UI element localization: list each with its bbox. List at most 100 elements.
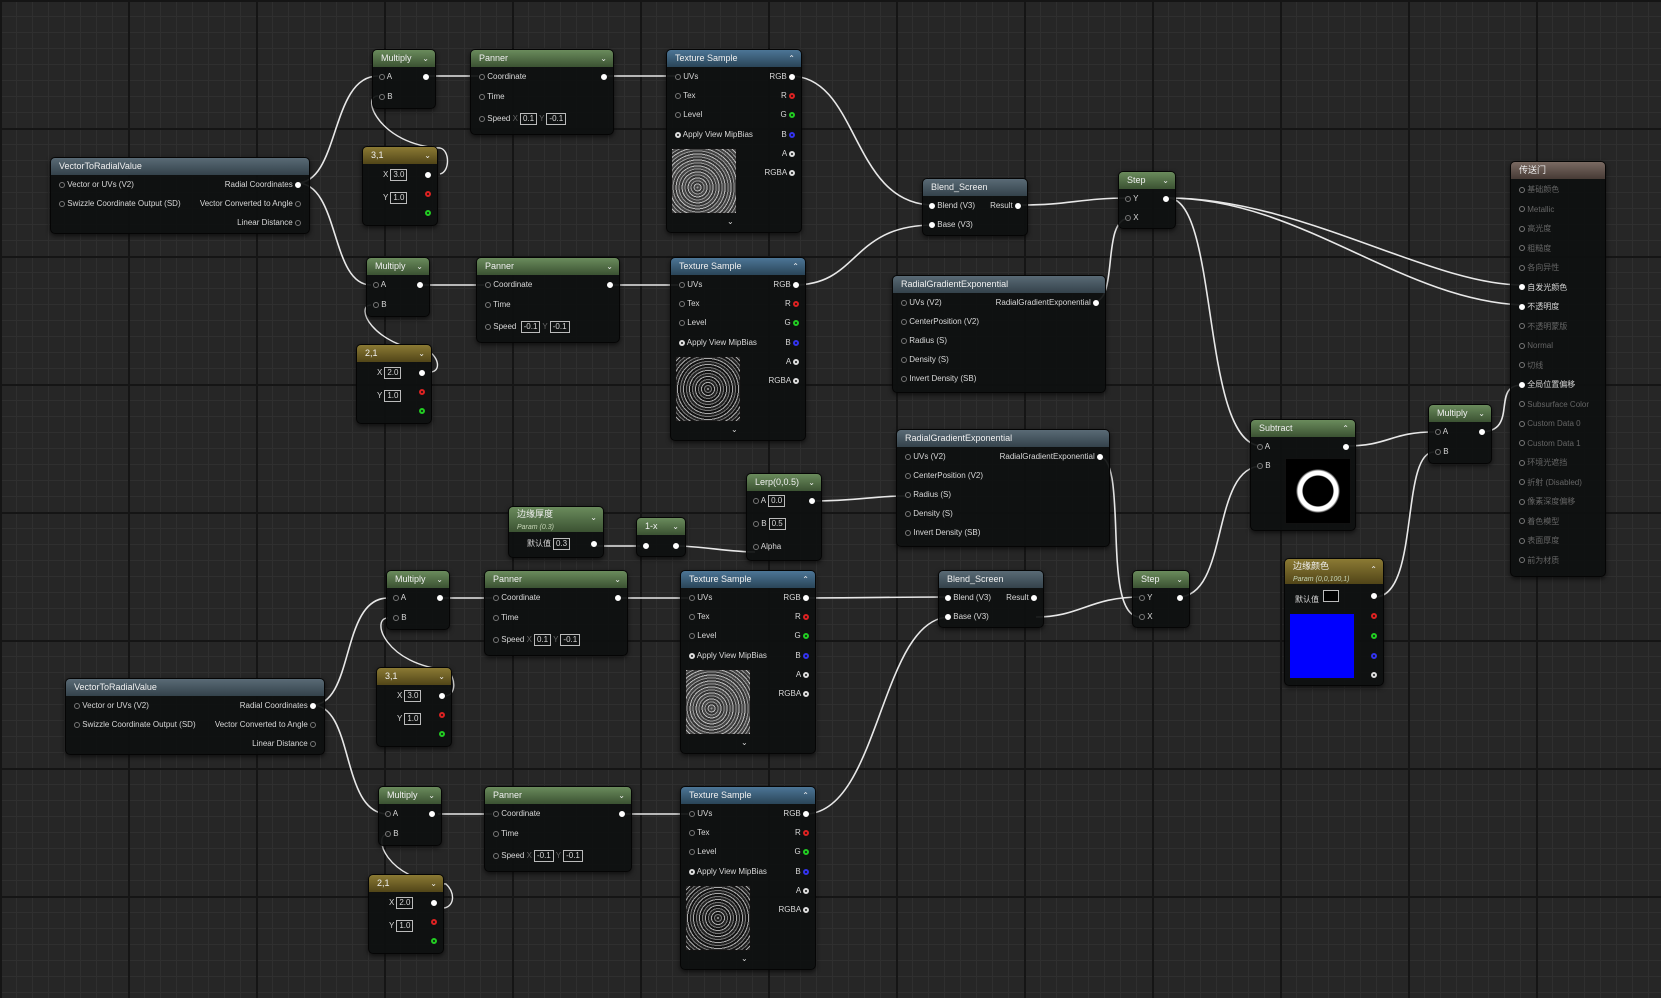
output-pin-a[interactable] bbox=[803, 671, 809, 678]
output-pin[interactable] bbox=[1343, 443, 1349, 450]
material-input-pin-row[interactable]: Metallic bbox=[1519, 204, 1554, 216]
output-pin-g[interactable] bbox=[793, 319, 799, 326]
y-value-field[interactable]: 1.0 bbox=[404, 713, 422, 725]
vector-to-radial-node-1[interactable]: VectorToRadialValue Vector or UVs (V2) S… bbox=[50, 157, 310, 234]
input-pin[interactable] bbox=[689, 652, 695, 659]
input-pin[interactable] bbox=[1519, 245, 1525, 252]
input-pin[interactable] bbox=[945, 594, 951, 601]
input-pin[interactable] bbox=[493, 594, 499, 601]
output-pin-a[interactable] bbox=[789, 150, 795, 157]
output-pin[interactable] bbox=[310, 702, 316, 709]
input-pin[interactable] bbox=[493, 852, 499, 859]
material-input-pin-row[interactable]: 表面厚度 bbox=[1519, 535, 1559, 547]
chevron-down-icon[interactable]: ⌄ bbox=[808, 474, 815, 491]
panner-node-2[interactable]: Panner ⌄ Coordinate Time Speed -0.1 Y -0.1 bbox=[476, 257, 620, 343]
output-pin[interactable] bbox=[295, 219, 301, 226]
input-pin[interactable] bbox=[945, 613, 951, 620]
chevron-down-icon[interactable]: ⌄ bbox=[590, 512, 597, 524]
speed-y-field[interactable]: -0.1 bbox=[563, 850, 583, 862]
output-pin-b[interactable] bbox=[803, 652, 809, 659]
input-pin[interactable] bbox=[901, 356, 907, 363]
chevron-up-icon[interactable]: ⌃ bbox=[792, 258, 799, 275]
chevron-down-icon[interactable]: ⌄ bbox=[672, 518, 679, 535]
input-pin[interactable] bbox=[679, 300, 685, 307]
output-pin[interactable] bbox=[1163, 195, 1169, 202]
chevron-down-icon[interactable]: ⌄ bbox=[430, 875, 437, 892]
constant-2-1-node[interactable]: 2,1 ⌄ X 2.0 Y 1.0 bbox=[356, 344, 432, 424]
input-pin[interactable] bbox=[1519, 186, 1525, 193]
output-pin[interactable] bbox=[295, 181, 301, 188]
subtract-node[interactable]: Subtract ⌃ A B bbox=[1250, 419, 1356, 531]
output-pin[interactable] bbox=[789, 73, 795, 80]
output-pin[interactable] bbox=[619, 810, 625, 817]
input-pin[interactable] bbox=[675, 92, 681, 99]
input-pin[interactable] bbox=[675, 111, 681, 118]
input-pin[interactable] bbox=[901, 337, 907, 344]
input-pin[interactable] bbox=[689, 848, 695, 855]
input-pin[interactable] bbox=[901, 375, 907, 382]
chevron-down-icon[interactable]: ⌄ bbox=[1176, 571, 1183, 588]
input-pin[interactable] bbox=[1519, 264, 1525, 271]
input-pin[interactable] bbox=[1519, 206, 1525, 213]
multiply-node-1[interactable]: Multiply ⌄ A B bbox=[372, 49, 436, 109]
output-pin[interactable] bbox=[417, 281, 423, 288]
radial-gradient-node-1[interactable]: RadialGradientExponential UVs (V2) Cente… bbox=[892, 275, 1106, 393]
speed-y-field[interactable]: -0.1 bbox=[546, 113, 567, 125]
input-pin[interactable] bbox=[1519, 440, 1525, 447]
y-value-field[interactable]: 1.0 bbox=[390, 192, 408, 204]
output-pin[interactable] bbox=[439, 692, 445, 699]
input-pin[interactable] bbox=[1519, 401, 1525, 408]
material-input-pin-row[interactable]: Custom Data 1 bbox=[1519, 438, 1581, 450]
input-pin[interactable] bbox=[493, 830, 499, 837]
input-pin[interactable] bbox=[905, 472, 911, 479]
output-pin-b[interactable] bbox=[793, 339, 799, 346]
x-value-field[interactable]: 2.0 bbox=[396, 897, 414, 909]
output-pin-rgba[interactable] bbox=[803, 690, 809, 697]
input-pin[interactable] bbox=[905, 453, 911, 460]
chevron-down-icon[interactable]: ⌄ bbox=[418, 345, 425, 362]
x-value-field[interactable]: 3.0 bbox=[404, 690, 422, 702]
edge-color-param-node[interactable]: 边缘颜色 Param (0,0,100,1) ⌃ 默认值 bbox=[1284, 558, 1384, 686]
input-pin[interactable] bbox=[485, 323, 491, 330]
output-pin-g[interactable] bbox=[789, 111, 795, 118]
output-pin-a[interactable] bbox=[1371, 671, 1377, 678]
chevron-down-icon[interactable]: ⌄ bbox=[741, 953, 748, 965]
chevron-down-icon[interactable]: ⌄ bbox=[618, 787, 625, 804]
output-pin[interactable] bbox=[1097, 453, 1103, 460]
output-pin-g[interactable] bbox=[1371, 632, 1377, 639]
input-pin[interactable] bbox=[1257, 462, 1263, 469]
input-pin[interactable] bbox=[1435, 448, 1441, 455]
input-pin[interactable] bbox=[679, 319, 685, 326]
input-pin[interactable] bbox=[379, 73, 385, 80]
input-pin[interactable] bbox=[689, 829, 695, 836]
input-pin[interactable] bbox=[1257, 443, 1263, 450]
panner-node-3[interactable]: Panner ⌄ Coordinate Time Speed X 0.1 Y -0.1 bbox=[484, 570, 628, 656]
input-pin[interactable] bbox=[1519, 303, 1525, 310]
input-pin[interactable] bbox=[1519, 420, 1525, 427]
material-input-pin-row[interactable]: 高光度 bbox=[1519, 223, 1551, 235]
chevron-down-icon[interactable]: ⌄ bbox=[428, 787, 435, 804]
input-pin[interactable] bbox=[689, 594, 695, 601]
input-pin[interactable] bbox=[385, 830, 391, 837]
input-pin[interactable] bbox=[479, 73, 485, 80]
chevron-down-icon[interactable]: ⌄ bbox=[606, 258, 613, 275]
chevron-down-icon[interactable]: ⌄ bbox=[438, 668, 445, 685]
input-pin[interactable] bbox=[1519, 557, 1525, 564]
material-input-pin-row[interactable]: Normal bbox=[1519, 340, 1553, 352]
x-value-field[interactable]: 3.0 bbox=[390, 169, 408, 181]
chevron-up-icon[interactable]: ⌃ bbox=[802, 787, 809, 804]
texture-sample-node-2[interactable]: Texture Sample ⌃ UVs Tex Level Apply View… bbox=[670, 257, 806, 441]
default-color-swatch[interactable] bbox=[1323, 590, 1340, 602]
speed-x-field[interactable]: -0.1 bbox=[533, 850, 554, 862]
speed-x-field[interactable]: 0.1 bbox=[519, 113, 538, 125]
radial-gradient-node-2[interactable]: RadialGradientExponential UVs (V2) Cente… bbox=[896, 429, 1110, 547]
chevron-down-icon[interactable]: ⌄ bbox=[436, 571, 443, 588]
output-pin-b[interactable] bbox=[789, 131, 795, 138]
chevron-down-icon[interactable]: ⌄ bbox=[614, 571, 621, 588]
input-pin[interactable] bbox=[1519, 459, 1525, 466]
default-value-field[interactable]: 0.3 bbox=[553, 538, 571, 550]
input-pin[interactable] bbox=[1519, 225, 1525, 232]
chevron-down-icon[interactable]: ⌄ bbox=[424, 147, 431, 164]
chevron-down-icon[interactable]: ⌄ bbox=[1162, 172, 1169, 189]
output-pin-r[interactable] bbox=[419, 388, 425, 395]
